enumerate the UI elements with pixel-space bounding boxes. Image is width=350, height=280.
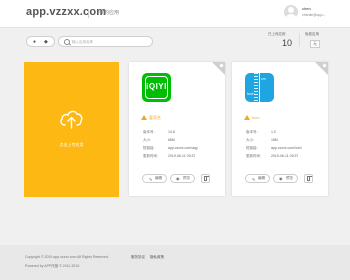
android-icon[interactable]: ◆ bbox=[44, 39, 48, 45]
delete-button[interactable] bbox=[304, 174, 313, 183]
icon-label-cm: cm bbox=[261, 77, 266, 81]
eye-icon: ◉ bbox=[279, 176, 283, 181]
short-link[interactable]: app.vzzxx.com/inch bbox=[271, 144, 302, 152]
header-divider bbox=[88, 9, 89, 18]
iqiyi-icon: iQIYI bbox=[142, 73, 171, 102]
upload-app-card[interactable]: 点击上传应用 bbox=[24, 62, 119, 197]
icon-label-inch: Inch bbox=[247, 91, 255, 96]
info-value: 18M bbox=[271, 138, 278, 142]
edit-button[interactable]: ✎ 编辑 bbox=[245, 174, 270, 183]
search-icon bbox=[64, 39, 70, 45]
info-label: 短链接: bbox=[246, 146, 258, 150]
delete-button[interactable] bbox=[201, 174, 210, 183]
preview-button[interactable]: ◉ 预览 bbox=[273, 174, 298, 183]
user-avatar[interactable] bbox=[284, 5, 298, 19]
top-header: app.vzzxx.com 我的应用 chen chenlie@qq.c... bbox=[0, 0, 350, 28]
info-label: 大小: bbox=[246, 138, 254, 142]
avatar-head bbox=[288, 7, 294, 13]
user-email: chenlie@qq.c... bbox=[302, 13, 327, 17]
app-name: Inch bbox=[252, 115, 260, 120]
app-name: 爱奇艺 bbox=[149, 115, 161, 120]
search-input[interactable]: 输入应用名称 bbox=[58, 36, 153, 47]
preview-label: 预览 bbox=[183, 176, 190, 180]
page-footer: Copyright © 2019 app.vzzxx.com All Right… bbox=[0, 245, 350, 280]
info-label: 更新时间: bbox=[246, 154, 261, 158]
info-value: 10.8 bbox=[168, 130, 175, 134]
preview-label: 预览 bbox=[286, 176, 293, 180]
app-card[interactable]: iQIYI 爱奇艺 版本号: 10.8 大小: 66M 短链接: app.vzz… bbox=[129, 62, 225, 196]
site-logo[interactable]: app.vzzxx.com bbox=[26, 6, 106, 18]
quota-label: 免费应用 bbox=[305, 32, 319, 36]
stats-divider bbox=[299, 33, 300, 47]
search-placeholder: 输入应用名称 bbox=[72, 40, 93, 44]
info-label: 版本号: bbox=[143, 130, 155, 134]
privacy-link[interactable]: 隐私政策 bbox=[150, 255, 164, 260]
uploads-label: 已上传应用 bbox=[268, 32, 286, 36]
nav-my-apps[interactable]: 我的应用 bbox=[99, 9, 119, 16]
warning-icon bbox=[244, 115, 250, 120]
info-value: 2019-06-11 09:37 bbox=[271, 154, 299, 158]
preview-button[interactable]: ◉ 预览 bbox=[170, 174, 195, 183]
info-label: 版本号: bbox=[246, 130, 258, 134]
quota-button[interactable]: 无 bbox=[310, 40, 320, 48]
upload-app-label: 点击上传应用 bbox=[59, 142, 84, 147]
info-label: 短链接: bbox=[143, 146, 155, 150]
icon-wordmark: iQIYI bbox=[146, 82, 167, 91]
warning-icon bbox=[141, 115, 147, 120]
info-label: 大小: bbox=[143, 138, 151, 142]
trash-icon bbox=[307, 176, 312, 181]
ruler-line bbox=[259, 73, 260, 102]
short-link[interactable]: app.vzzxx.com/aqy bbox=[168, 144, 198, 152]
powered-by-text: Powered by APP托管 © 2011-2019 bbox=[25, 264, 80, 268]
ruler-ticks bbox=[254, 73, 258, 102]
platform-filter[interactable]: ● ◆ bbox=[26, 36, 55, 47]
info-value: 66M bbox=[168, 138, 175, 142]
edit-label: 编辑 bbox=[258, 176, 265, 180]
copyright-text: Copyright © 2019 app.vzzxx.com All Right… bbox=[25, 255, 109, 259]
info-value: 2019-06-11 09:37 bbox=[168, 154, 196, 158]
eye-icon: ◉ bbox=[176, 176, 180, 181]
pencil-icon: ✎ bbox=[252, 177, 256, 182]
apple-icon[interactable]: ● bbox=[33, 39, 36, 45]
app-card[interactable]: Inch cm Inch 版本号: 1.0 大小: 18M 短链接: app.v… bbox=[232, 62, 328, 196]
trash-icon bbox=[204, 176, 209, 181]
edit-label: 编辑 bbox=[155, 176, 162, 180]
inch-ruler-icon: Inch cm bbox=[245, 73, 274, 102]
uploads-count: 10 bbox=[282, 38, 293, 48]
user-name[interactable]: chen bbox=[302, 6, 311, 11]
edit-button[interactable]: ✎ 编辑 bbox=[142, 174, 167, 183]
info-value: 1.0 bbox=[271, 130, 276, 134]
pencil-icon: ✎ bbox=[149, 177, 153, 182]
info-label: 更新时间: bbox=[143, 154, 158, 158]
avatar-shoulders bbox=[285, 14, 297, 19]
cloud-upload-icon bbox=[60, 110, 83, 129]
terms-link[interactable]: 服务协议 bbox=[131, 255, 145, 260]
